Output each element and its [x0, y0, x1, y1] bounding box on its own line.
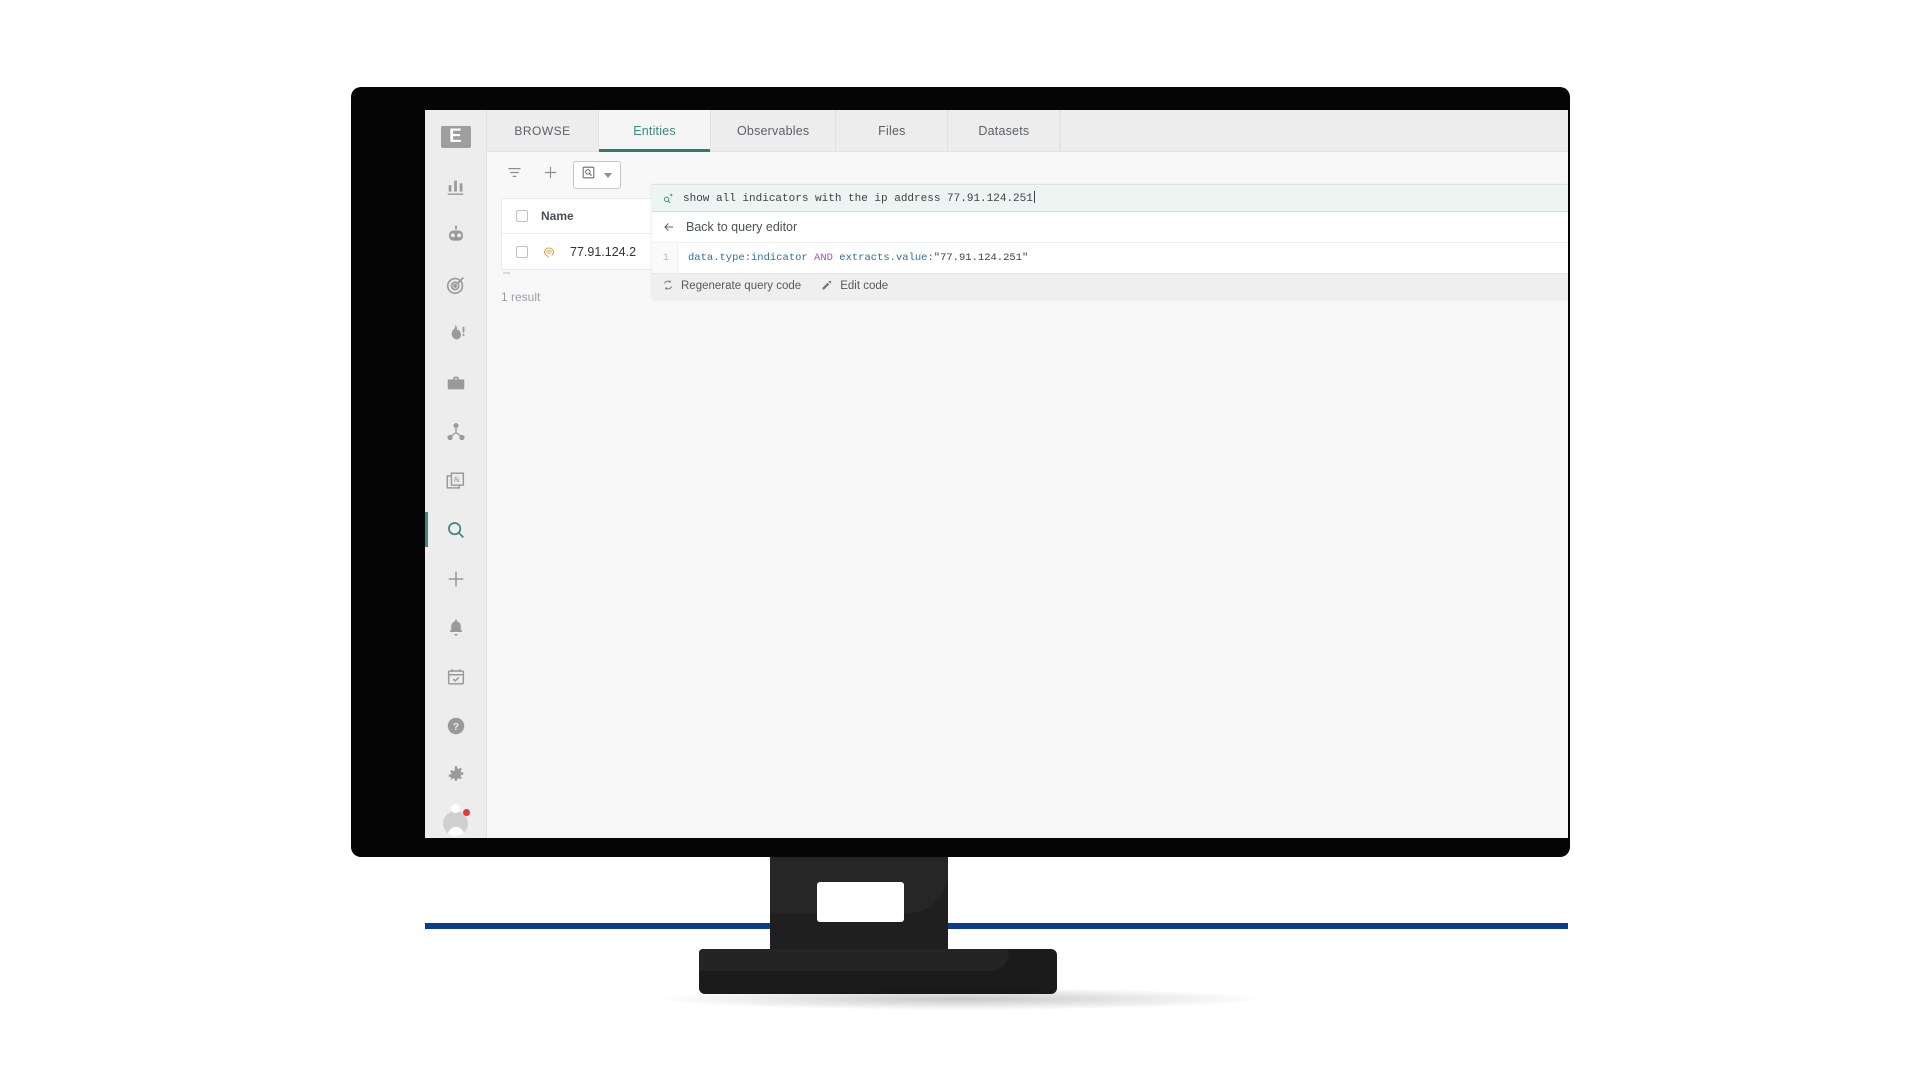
bar-chart-icon	[445, 176, 467, 198]
sidebar-item-dashboard[interactable]	[425, 162, 487, 211]
select-all-checkbox[interactable]	[516, 210, 528, 222]
sidebar-item-threats[interactable]	[425, 260, 487, 309]
chevron-down-icon	[604, 172, 612, 178]
edit-code-label: Edit code	[840, 280, 889, 292]
back-to-query-editor-button[interactable]: Back to query editor	[652, 212, 1568, 243]
plus-icon	[445, 568, 467, 590]
tab-observables[interactable]: Observables	[711, 110, 837, 151]
box-search-icon	[581, 165, 596, 185]
nl-query-ip: 77.91.124.251	[947, 193, 1033, 205]
sidebar-item-techniques[interactable]	[425, 358, 487, 407]
monitor-shadow	[660, 988, 1260, 1010]
tab-bar: BROWSE Entities Observables Files Datase…	[487, 110, 1568, 152]
tab-files[interactable]: Files	[836, 110, 949, 151]
network-graph-icon	[445, 421, 467, 443]
question-circle-icon: ?	[445, 715, 467, 737]
svg-text:?: ?	[452, 721, 458, 732]
calendar-check-icon	[445, 666, 467, 688]
sidebar-secondary-nav: ?	[425, 603, 487, 838]
briefcase-icon	[445, 372, 467, 394]
nl-query-panel: show all indicators with the ip address …	[652, 184, 1568, 298]
bell-icon	[445, 617, 467, 639]
text-caret	[1033, 191, 1035, 203]
sidebar-item-data[interactable]: &	[425, 456, 487, 505]
sparkle-ai-icon	[662, 192, 675, 205]
svg-text:&: &	[453, 474, 460, 483]
code-token-field2: extracts.value:	[839, 252, 934, 264]
robot-icon	[445, 225, 467, 247]
sidebar-item-search[interactable]	[425, 505, 487, 554]
sidebar-item-help[interactable]: ?	[425, 701, 487, 750]
arrow-left-icon	[662, 220, 676, 234]
gear-icon	[445, 764, 467, 786]
row-checkbox[interactable]	[516, 245, 528, 258]
nl-query-input[interactable]: show all indicators with the ip address …	[652, 184, 1568, 212]
regenerate-label: Regenerate query code	[681, 280, 802, 292]
application-window: E & ? BROWSE Entities Observables Files …	[425, 110, 1568, 838]
tab-entities[interactable]: Entities	[599, 110, 711, 152]
monitor-mockup: E & ? BROWSE Entities Observables Files …	[351, 87, 1570, 929]
sidebar-item-entities[interactable]	[425, 407, 487, 456]
nl-query-prompt: show all indicators with the ip address	[683, 193, 948, 205]
filter-button[interactable]	[501, 162, 527, 188]
sidebar-item-profile[interactable]	[425, 799, 487, 838]
flame-alert-icon	[445, 323, 467, 345]
screen: E & ? BROWSE Entities Observables Files …	[425, 110, 1568, 838]
app-logo[interactable]: E	[440, 126, 471, 148]
generated-query-code[interactable]: 1 data.type:indicator AND extracts.value…	[652, 243, 1568, 273]
code-token-field1: data.type:indicator	[688, 252, 808, 264]
query-code-actions: Regenerate query code Edit code	[652, 273, 1568, 298]
code-content: data.type:indicator AND extracts.value:"…	[678, 252, 1028, 264]
notification-badge	[462, 809, 470, 816]
target-icon	[445, 274, 467, 296]
sidebar-item-settings[interactable]	[425, 750, 487, 799]
add-filter-button[interactable]	[537, 162, 563, 188]
refresh-icon	[662, 279, 674, 294]
monitor-neck-slot	[817, 882, 904, 922]
plus-icon	[542, 164, 559, 186]
column-header-name[interactable]: Name	[541, 209, 574, 223]
fingerprint-icon	[541, 244, 557, 260]
left-sidebar: E & ?	[425, 110, 487, 838]
sidebar-item-create[interactable]	[425, 554, 487, 603]
tab-datasets[interactable]: Datasets	[948, 110, 1061, 151]
code-token-operator: AND	[814, 252, 833, 264]
tab-browse[interactable]: BROWSE	[487, 110, 599, 151]
code-token-string: "77.91.124.251"	[933, 252, 1029, 264]
pencil-icon	[821, 279, 833, 294]
filter-icon	[506, 164, 523, 186]
regenerate-query-code-button[interactable]: Regenerate query code	[662, 279, 801, 294]
edit-code-button[interactable]: Edit code	[821, 279, 888, 294]
sidebar-item-arsenal[interactable]	[425, 309, 487, 358]
sidebar-item-notifications[interactable]	[425, 603, 487, 652]
content-area: Name 77.91.124.2 1 result show all indic…	[487, 152, 1568, 838]
sidebar-item-automation[interactable]	[425, 211, 487, 260]
monitor-base-highlight	[699, 949, 1009, 971]
sidebar-primary-nav: &	[425, 162, 487, 603]
row-name: 77.91.124.2	[570, 244, 637, 259]
nl-query-text: show all indicators with the ip address …	[683, 191, 1035, 205]
sidebar-item-tasks[interactable]	[425, 652, 487, 701]
back-label: Back to query editor	[686, 220, 798, 234]
documents-icon: &	[445, 470, 467, 492]
code-line-number: 1	[652, 243, 678, 273]
search-mode-select[interactable]	[573, 161, 621, 189]
taskbar-strip	[425, 923, 1568, 929]
main-column: BROWSE Entities Observables Files Datase…	[487, 110, 1568, 838]
search-icon	[445, 519, 467, 541]
tab-bar-filler	[1060, 110, 1568, 151]
